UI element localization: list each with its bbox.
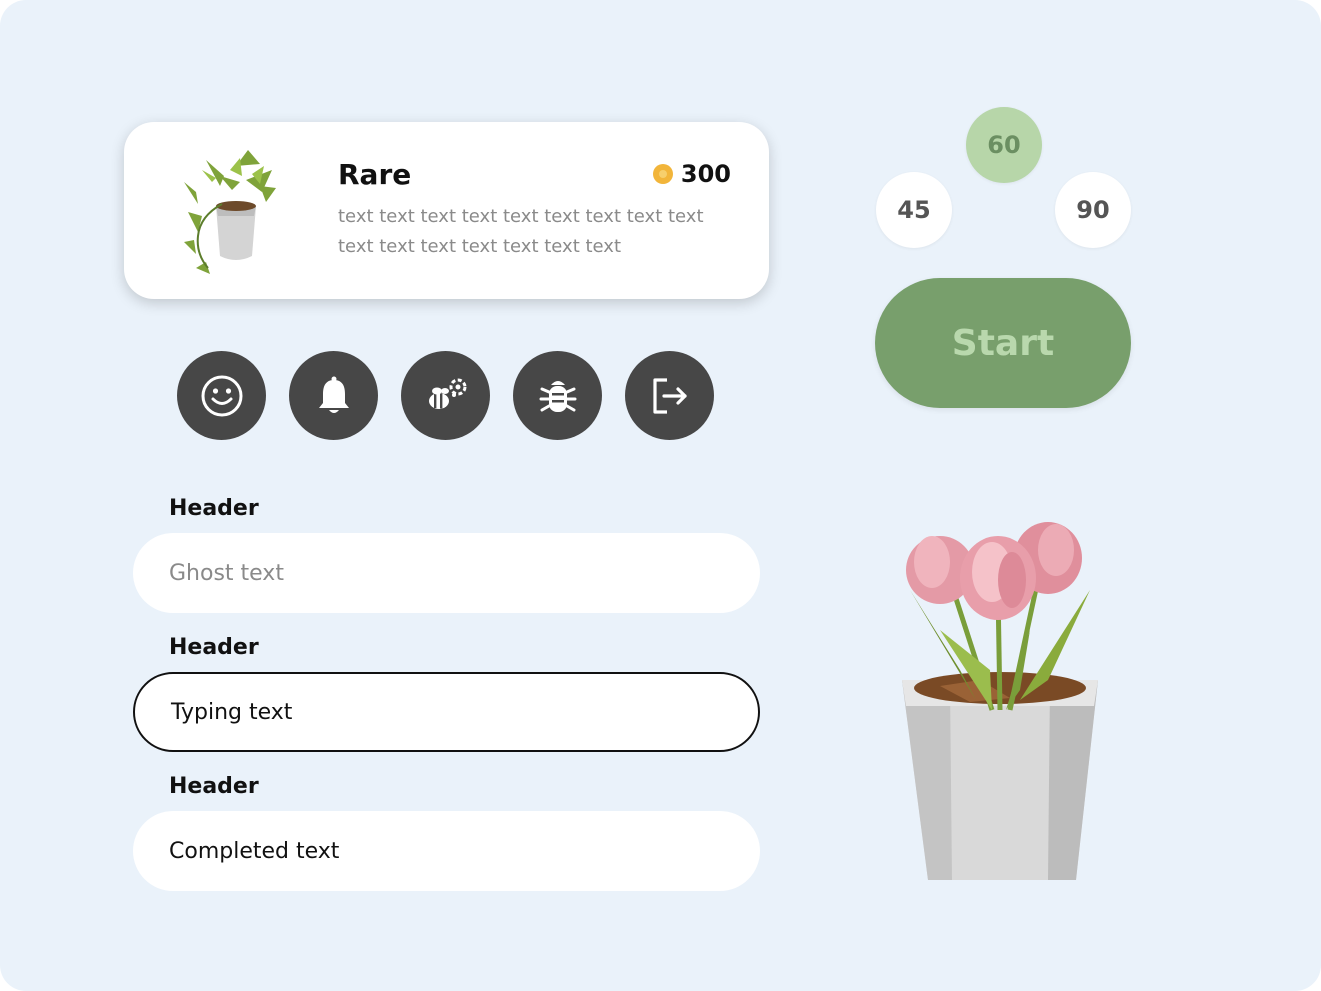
plant-card[interactable]: Rare 300 text text text text text text t…	[124, 122, 769, 299]
card-description: text text text text text text text text …	[338, 206, 704, 257]
logout-button[interactable]	[625, 351, 714, 440]
tulip-pot-image	[902, 522, 1098, 880]
typing-value: Typing text	[171, 699, 293, 725]
bug-button[interactable]	[513, 351, 602, 440]
logout-icon	[652, 377, 687, 414]
field-header-1: Header	[169, 496, 259, 521]
ghost-placeholder: Ghost text	[169, 560, 284, 586]
time-option-60[interactable]: 60	[966, 107, 1042, 183]
smiley-button[interactable]	[177, 351, 266, 440]
typing-text-field[interactable]: Typing text	[133, 672, 760, 752]
time-option-45[interactable]: 45	[876, 172, 952, 248]
time-option-90[interactable]: 90	[1055, 172, 1131, 248]
field-header-3: Header	[169, 774, 259, 799]
coin-price: 300	[652, 160, 731, 188]
bee-flower-icon	[428, 378, 466, 409]
completed-value: Completed text	[169, 838, 340, 864]
smiley-icon	[201, 375, 242, 416]
start-button[interactable]: Start	[875, 278, 1131, 408]
completed-text-field[interactable]: Completed text	[133, 811, 760, 891]
bee-flower-button[interactable]	[401, 351, 490, 440]
coin-icon	[652, 164, 673, 184]
bug-icon	[539, 380, 576, 412]
bell-icon	[318, 376, 349, 413]
icon-button-row	[177, 351, 714, 440]
hanging-plant-image	[184, 150, 276, 274]
coin-value: 300	[680, 160, 731, 188]
ghost-text-field[interactable]: Ghost text	[133, 533, 760, 613]
app-canvas: Rare 300 text text text text text text t…	[0, 0, 1321, 991]
notification-button[interactable]	[289, 351, 378, 440]
rarity-title: Rare	[338, 158, 412, 191]
field-header-2: Header	[169, 635, 259, 660]
